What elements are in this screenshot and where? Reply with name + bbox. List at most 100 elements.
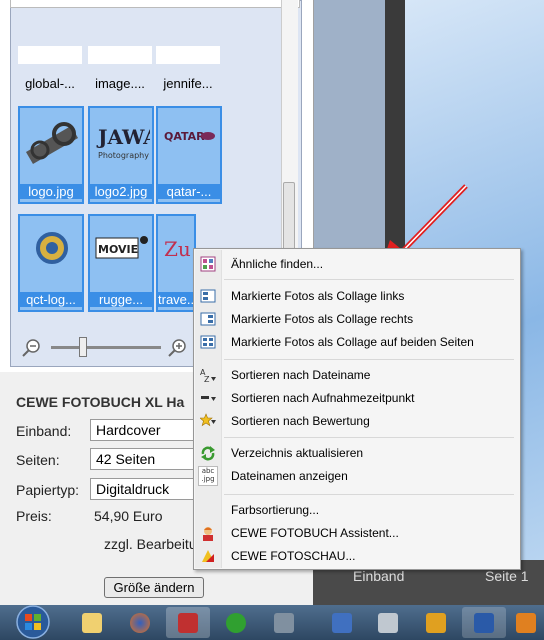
- taskbar-explorer[interactable]: [70, 607, 114, 638]
- menu-item-sort-rating[interactable]: Sortieren nach Bewertung: [195, 410, 519, 432]
- price-label: Preis:: [16, 508, 52, 524]
- jawan-logo-text: JAWAN: [96, 125, 150, 149]
- menu-item-show-filenames[interactable]: abc .jpg Dateinamen anzeigen: [195, 465, 519, 487]
- menu-item-label: Markierte Fotos als Collage auf beiden S…: [231, 335, 474, 349]
- scrollbar-thumb[interactable]: [283, 182, 295, 252]
- menu-item-label: Markierte Fotos als Collage rechts: [231, 312, 414, 326]
- thumbnail-caption: qct-log...: [20, 292, 82, 307]
- word-icon: [474, 613, 494, 633]
- paper-select[interactable]: Digitaldruck: [90, 478, 198, 500]
- travel-logo-icon: Zu: [164, 237, 191, 261]
- thumbnail-item[interactable]: QATAR qatar-...: [156, 106, 222, 204]
- menu-item-sort-time[interactable]: Sortieren nach Aufnahmezeitpunkt: [195, 387, 519, 409]
- zoom-out-icon[interactable]: [21, 338, 43, 358]
- movie-logo-icon: MOVIE: [95, 236, 148, 259]
- thumbnail-caption: image....: [95, 76, 145, 91]
- menu-separator: [224, 279, 514, 280]
- grid-icon: [200, 256, 216, 272]
- taskbar-app-green[interactable]: [214, 607, 258, 638]
- film-reel-logo-icon: [25, 122, 79, 165]
- camera-icon: [378, 613, 398, 633]
- menu-item-label: Farbsortierung...: [231, 503, 320, 517]
- sort-time-icon: [201, 396, 216, 401]
- thumbnail-caption: logo.jpg: [20, 184, 82, 199]
- sort-az-icon: AZ: [200, 368, 216, 383]
- menu-item-assistant[interactable]: CEWE FOTOBUCH Assistent...: [195, 522, 519, 544]
- thumbnail-caption: rugge...: [90, 292, 152, 307]
- thumbnail-item[interactable]: MOVIE rugge...: [88, 214, 154, 312]
- abc-jpg-icon: abc .jpg: [198, 466, 218, 486]
- menu-item-collage-right[interactable]: Markierte Fotos als Collage rechts: [195, 308, 519, 330]
- menu-item-label: Markierte Fotos als Collage links: [231, 289, 405, 303]
- menu-item-find-similar[interactable]: Ähnliche finden...: [195, 253, 519, 275]
- outlook-icon: [516, 613, 536, 633]
- assistant-icon: [203, 527, 213, 541]
- movie-logo-text: MOVIE: [98, 243, 138, 256]
- zoom-slider-handle[interactable]: [79, 337, 87, 357]
- menu-item-label: Sortieren nach Dateiname: [231, 368, 371, 382]
- svg-text:Zu: Zu: [164, 237, 191, 261]
- menu-item-label: Sortieren nach Bewertung: [231, 414, 370, 428]
- price-value: 54,90 Euro: [94, 508, 163, 524]
- product-title: CEWE FOTOBUCH XL Ha: [16, 394, 185, 410]
- shipping-note: zzgl. Bearbeitu: [104, 536, 197, 552]
- tools-icon: [274, 613, 294, 633]
- collage-right-icon: [200, 312, 216, 326]
- refresh-icon: [201, 446, 215, 461]
- taskbar-camera[interactable]: [366, 607, 410, 638]
- thumbnail-caption: global-...: [25, 76, 75, 91]
- thumbnail-item[interactable]: logo.jpg: [18, 106, 84, 204]
- menu-item-label: Sortieren nach Aufnahmezeitpunkt: [231, 391, 415, 405]
- thumbnail-caption: logo2.jpg: [90, 184, 152, 199]
- pen-icon: [332, 613, 352, 633]
- collage-left-icon: [200, 289, 216, 303]
- thumbnail-caption: trave...: [158, 292, 194, 307]
- qatar-logo-icon: QATAR: [164, 130, 215, 143]
- folder-icon: [82, 613, 102, 633]
- thumbnail-item[interactable]: JAWAN Photography logo2.jpg: [88, 106, 154, 204]
- menu-separator: [224, 437, 514, 438]
- jawan-logo-subtext: Photography: [98, 151, 149, 160]
- taskbar-app-pen[interactable]: [320, 607, 364, 638]
- cewe-icon: [178, 613, 198, 633]
- green-app-icon: [226, 613, 246, 633]
- photo-app-icon: [426, 613, 446, 633]
- menu-separator: [224, 359, 514, 360]
- menu-item-label: Ähnliche finden...: [231, 257, 324, 271]
- thumbnail-image: [88, 46, 152, 64]
- binding-indicator: Einband: [353, 568, 405, 584]
- menu-item-label: Verzeichnis aktualisieren: [231, 446, 364, 460]
- menu-item-label: Dateinamen anzeigen: [231, 469, 348, 483]
- zoom-slider-track[interactable]: [51, 346, 161, 349]
- taskbar-photo-app[interactable]: [414, 607, 458, 638]
- menu-item-label: CEWE FOTOSCHAU...: [231, 549, 356, 563]
- taskbar-firefox[interactable]: [118, 607, 162, 638]
- menu-item-color-sort[interactable]: Farbsortierung...: [195, 499, 519, 521]
- binding-select[interactable]: Hardcover: [90, 419, 198, 441]
- menu-item-slideshow[interactable]: CEWE FOTOSCHAU...: [195, 545, 519, 567]
- svg-text:Z: Z: [204, 375, 210, 383]
- start-button-icon[interactable]: [10, 604, 56, 640]
- pages-select[interactable]: 42 Seiten: [90, 448, 198, 470]
- jawan-logo-icon: JAWAN Photography: [96, 125, 150, 160]
- context-menu: Ähnliche finden... Markierte Fotos als C…: [193, 248, 521, 570]
- taskbar-app-tools[interactable]: [262, 607, 306, 638]
- pages-label: Seiten:: [16, 452, 60, 468]
- menu-item-collage-left[interactable]: Markierte Fotos als Collage links: [195, 285, 519, 307]
- thumbnail-item[interactable]: Zu trave...: [156, 214, 196, 312]
- menu-separator: [224, 494, 514, 495]
- taskbar-cewe[interactable]: [166, 607, 210, 638]
- taskbar-word[interactable]: [462, 607, 506, 638]
- collage-both-icon: [200, 335, 216, 349]
- page-indicator: Seite 1: [485, 568, 529, 584]
- menu-item-refresh-folder[interactable]: Verzeichnis aktualisieren: [195, 442, 519, 464]
- resize-button[interactable]: Größe ändern: [104, 577, 204, 598]
- thumbnail-image: [18, 46, 82, 64]
- menu-item-sort-name[interactable]: AZ Sortieren nach Dateiname: [195, 364, 519, 386]
- taskbar-outlook[interactable]: [510, 607, 544, 638]
- menu-item-collage-both[interactable]: Markierte Fotos als Collage auf beiden S…: [195, 331, 519, 353]
- zoom-in-icon[interactable]: [167, 338, 189, 358]
- thumbnail-caption: jennife...: [163, 76, 213, 91]
- thumbnail-item[interactable]: qct-log...: [18, 214, 84, 312]
- slideshow-icon: [202, 550, 214, 562]
